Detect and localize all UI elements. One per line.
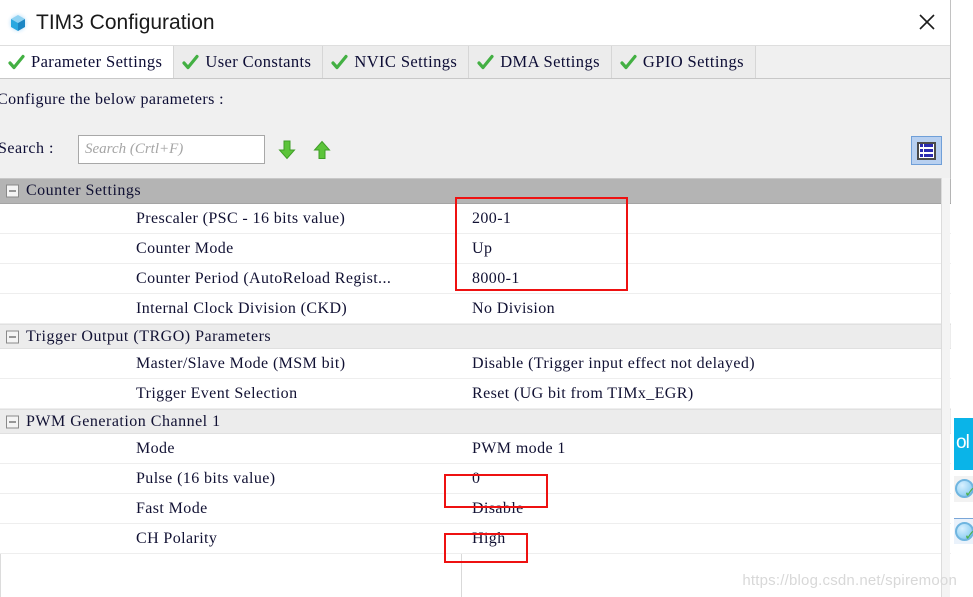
table-row[interactable]: Pulse (16 bits value) 0 xyxy=(0,464,951,494)
table-row[interactable]: Internal Clock Division (CKD) No Divisio… xyxy=(0,294,951,324)
group-header-pwm-generation-channel-1[interactable]: PWM Generation Channel 1 xyxy=(0,409,951,434)
param-label: CH Polarity xyxy=(136,529,218,547)
collapse-icon[interactable] xyxy=(6,330,19,343)
screen-root: ol ✓ ✓ xyxy=(0,0,973,597)
tab-user-constants[interactable]: User Constants xyxy=(174,46,324,78)
group-label: Trigger Output (TRGO) Parameters xyxy=(26,327,272,345)
search-row: Search : xyxy=(0,135,951,169)
param-value[interactable]: 8000-1 xyxy=(472,270,520,288)
close-icon[interactable] xyxy=(910,6,944,40)
tab-label: GPIO Settings xyxy=(642,52,744,71)
table-row[interactable]: Counter Period (AutoReload Regist... 800… xyxy=(0,264,951,294)
tab-label: Parameter Settings xyxy=(31,52,163,71)
table-row[interactable]: Counter Mode Up xyxy=(0,234,951,264)
param-label: Pulse (16 bits value) xyxy=(136,469,276,487)
tab-nvic-settings[interactable]: NVIC Settings xyxy=(323,46,470,78)
cube-icon xyxy=(6,11,30,35)
watermark: https://blog.csdn.net/spiremoon xyxy=(742,572,957,589)
parameter-table: Counter Settings Prescaler (PSC - 16 bit… xyxy=(0,178,951,597)
tab-label: NVIC Settings xyxy=(354,52,458,71)
collapse-icon[interactable] xyxy=(6,184,19,198)
background-globe-item-1[interactable]: ✓ xyxy=(954,476,973,502)
param-label: Internal Clock Division (CKD) xyxy=(136,299,348,317)
table-row[interactable]: Prescaler (PSC - 16 bits value) 200-1 xyxy=(0,204,951,234)
tim3-configuration-dialog: TIM3 Configuration Parameter Settings Us… xyxy=(0,0,951,597)
table-row[interactable]: CH Polarity High xyxy=(0,524,951,554)
tab-bar: Parameter Settings User Constants NVIC S… xyxy=(0,46,950,79)
background-globe-item-2[interactable]: ✓ xyxy=(954,518,973,544)
group-label: PWM Generation Channel 1 xyxy=(26,412,221,430)
collapse-icon[interactable] xyxy=(6,415,19,428)
param-label: Master/Slave Mode (MSM bit) xyxy=(136,354,346,372)
table-row[interactable]: Master/Slave Mode (MSM bit) Disable (Tri… xyxy=(0,349,951,379)
param-label: Counter Period (AutoReload Regist... xyxy=(136,269,392,287)
configure-instruction: Configure the below parameters : xyxy=(0,91,224,108)
table-row[interactable]: Fast Mode Disable xyxy=(0,494,951,524)
param-label: Fast Mode xyxy=(136,499,208,517)
green-check-icon xyxy=(8,54,25,71)
green-check-icon xyxy=(331,54,348,71)
table-row[interactable]: Trigger Event Selection Reset (UG bit fr… xyxy=(0,379,951,409)
param-label: Trigger Event Selection xyxy=(136,384,298,402)
param-value[interactable]: High xyxy=(472,530,506,548)
param-value[interactable]: No Division xyxy=(472,300,555,318)
green-check-icon: ✓ xyxy=(964,486,973,500)
param-value[interactable]: Reset (UG bit from TIMx_EGR) xyxy=(472,385,694,403)
search-input[interactable] xyxy=(78,135,265,164)
param-label: Counter Mode xyxy=(136,239,234,257)
window-title: TIM3 Configuration xyxy=(36,11,215,34)
group-label: Counter Settings xyxy=(26,182,142,199)
tab-parameter-settings[interactable]: Parameter Settings xyxy=(0,46,175,78)
arrow-up-icon[interactable] xyxy=(310,138,334,162)
param-value[interactable]: PWM mode 1 xyxy=(472,440,566,458)
list-view-glyph xyxy=(917,141,936,160)
title-bar: TIM3 Configuration xyxy=(0,0,950,46)
green-check-icon: ✓ xyxy=(964,529,973,543)
search-label: Search : xyxy=(0,140,54,157)
param-label: Prescaler (PSC - 16 bits value) xyxy=(136,209,346,227)
tab-label: DMA Settings xyxy=(500,52,600,71)
tab-bar-filler xyxy=(755,46,950,78)
param-value[interactable]: Disable (Trigger input effect not delaye… xyxy=(472,355,755,373)
arrow-down-icon[interactable] xyxy=(275,138,299,162)
param-value[interactable]: Up xyxy=(472,240,492,258)
green-check-icon xyxy=(477,54,494,71)
param-label: Mode xyxy=(136,439,175,457)
table-row[interactable]: Mode PWM mode 1 xyxy=(0,434,951,464)
tab-dma-settings[interactable]: DMA Settings xyxy=(469,46,612,78)
background-banner-text: ol xyxy=(956,432,970,453)
param-value[interactable]: 200-1 xyxy=(472,210,511,228)
green-check-icon xyxy=(620,54,637,71)
list-view-icon[interactable] xyxy=(911,136,942,165)
param-value[interactable]: Disable xyxy=(472,500,524,518)
background-banner: ol xyxy=(954,418,973,470)
param-value[interactable]: 0 xyxy=(472,470,480,488)
table-scroll-gutter[interactable] xyxy=(941,178,950,597)
tab-gpio-settings[interactable]: GPIO Settings xyxy=(611,46,756,78)
green-check-icon xyxy=(182,54,199,71)
group-header-counter-settings[interactable]: Counter Settings xyxy=(0,179,951,204)
tab-label: User Constants xyxy=(205,52,312,71)
group-header-trigger-output[interactable]: Trigger Output (TRGO) Parameters xyxy=(0,324,951,349)
